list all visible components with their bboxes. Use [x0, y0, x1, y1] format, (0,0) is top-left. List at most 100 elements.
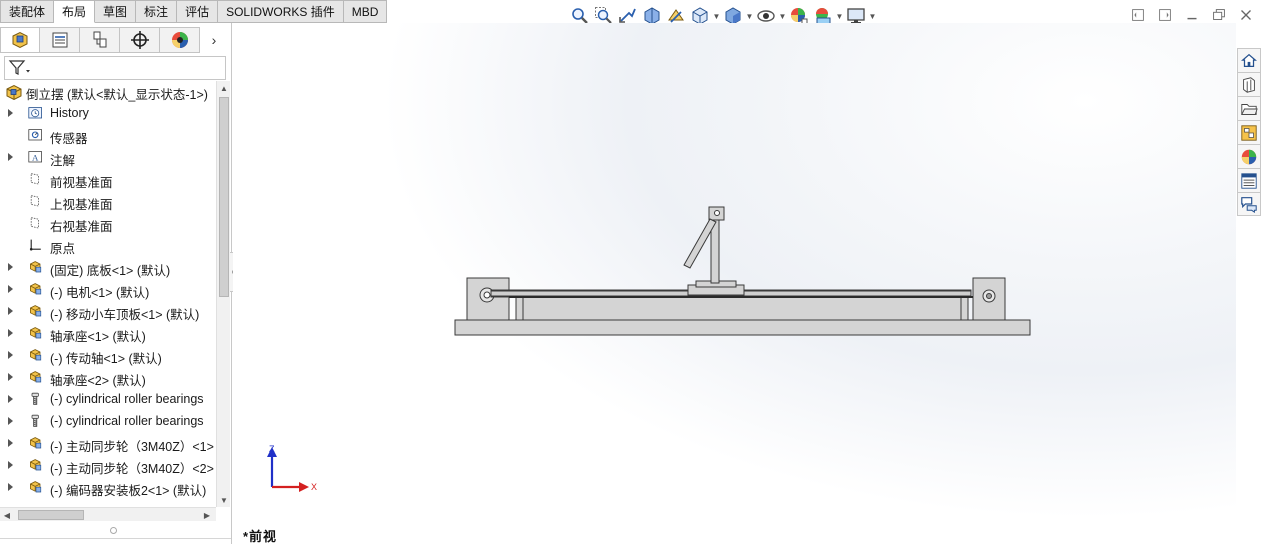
expand-arrow-icon[interactable] — [8, 439, 13, 447]
part-icon — [30, 305, 42, 317]
base-plate[interactable] — [454, 319, 1031, 336]
panel-tab-displaymanager[interactable] — [160, 27, 200, 53]
plane-icon — [30, 173, 39, 185]
scroll-up-arrow-icon[interactable]: ▲ — [217, 81, 231, 95]
tree-item[interactable]: (-) cylindrical roller bearings — [0, 389, 216, 411]
tree-item[interactable]: 原点 — [0, 235, 216, 257]
taskpane-solidworks-resources-button[interactable] — [1237, 48, 1261, 72]
tab-1[interactable]: 布局 — [54, 0, 96, 23]
tree-item[interactable]: 轴承座<2> (默认) — [0, 367, 216, 389]
expand-arrow-icon[interactable] — [8, 263, 13, 271]
file-explorer-icon — [1241, 103, 1258, 115]
expand-arrow-icon[interactable] — [8, 395, 13, 403]
tab-4[interactable]: 评估 — [177, 0, 219, 23]
panel-tab-configurationmanager[interactable] — [80, 27, 120, 53]
toolbox-part-icon — [31, 392, 39, 405]
tab-0[interactable]: 装配体 — [0, 0, 55, 23]
tree-item[interactable]: 上视基准面 — [0, 191, 216, 213]
expand-arrow-icon[interactable] — [8, 351, 13, 359]
panel-tab-featuremanager[interactable] — [0, 27, 40, 53]
tree-item-label: 注解 — [50, 154, 76, 168]
tree-item-label: History — [50, 106, 89, 120]
tree-item[interactable]: 传感器 — [0, 125, 216, 147]
part-icon — [27, 304, 45, 320]
view-palette-icon — [1241, 124, 1257, 141]
tree-item[interactable]: 前视基准面 — [0, 169, 216, 191]
tree-item[interactable]: (-) 主动同步轮（3M40Z）<2> — [0, 455, 216, 477]
expand-arrow-icon[interactable] — [8, 329, 13, 337]
tab-3[interactable]: 标注 — [136, 0, 178, 23]
tree-item-label: (固定) 底板<1> (默认) — [50, 264, 171, 278]
annotation-icon: A — [28, 151, 42, 163]
scroll-left-arrow-icon[interactable]: ◀ — [0, 508, 14, 522]
expand-arrow-icon[interactable] — [8, 417, 13, 425]
tree-root-assembly[interactable]: 倒立摆 (默认<默认_显示状态-1>) — [0, 81, 216, 103]
taskpane-design-library-button[interactable] — [1237, 72, 1261, 96]
view-orientation-label: *前视 — [243, 529, 278, 544]
filter-icon[interactable] — [8, 59, 32, 77]
taskpane-forum-button[interactable] — [1237, 192, 1261, 216]
tree-item[interactable]: 轴承座<1> (默认) — [0, 323, 216, 345]
panel-tab-dimxpert[interactable] — [120, 27, 160, 53]
motor-shaft-icon — [483, 291, 491, 299]
maximize-icon — [1212, 9, 1225, 20]
solidworks-resources-icon — [1240, 53, 1258, 67]
tree-vertical-scrollbar[interactable]: ▲ ▼ — [216, 81, 230, 507]
graphics-area[interactable]: Z X *前视 — [233, 23, 1236, 544]
expand-arrow-icon[interactable] — [8, 285, 13, 293]
expand-arrow-icon[interactable] — [8, 373, 13, 381]
tab-6[interactable]: MBD — [343, 0, 388, 23]
tree-item[interactable]: (-) cylindrical roller bearings — [0, 411, 216, 433]
tree-item[interactable]: (-) 编码器安装板2<1> (默认) — [0, 477, 216, 499]
expand-arrow-icon[interactable] — [8, 483, 13, 491]
idler-shaft-icon — [986, 293, 992, 299]
panel-resize-grip-icon[interactable] — [110, 527, 117, 534]
scroll-right-arrow-icon[interactable]: ▶ — [200, 508, 214, 522]
taskpane-custom-properties-button[interactable] — [1237, 168, 1261, 192]
expand-arrow-icon[interactable] — [8, 461, 13, 469]
tree-horizontal-scrollbar[interactable]: ◀ ▶ — [0, 507, 216, 521]
tree-item[interactable]: (固定) 底板<1> (默认) — [0, 257, 216, 279]
minimize-icon — [1187, 17, 1196, 20]
tree-item[interactable]: History — [0, 103, 216, 125]
sensor-icon — [28, 129, 42, 141]
close-icon — [1240, 10, 1251, 20]
tree-item-label: 轴承座<1> (默认) — [50, 330, 146, 344]
panel-tabs: › — [0, 27, 232, 53]
tree-item[interactable]: A 注解 — [0, 147, 216, 169]
vertical-scroll-thumb[interactable] — [219, 97, 229, 297]
expand-arrow-icon[interactable] — [8, 307, 13, 315]
tree-item[interactable]: (-) 移动小车顶板<1> (默认) — [0, 301, 216, 323]
tree-item-label: 传感器 — [50, 132, 88, 146]
tab-2[interactable]: 草图 — [95, 0, 137, 23]
tab-5[interactable]: SOLIDWORKS 插件 — [218, 0, 344, 23]
part-icon — [27, 436, 45, 452]
chevron-right-icon[interactable]: › — [200, 27, 228, 53]
tree-item[interactable]: (-) 传动轴<1> (默认) — [0, 345, 216, 367]
expand-arrow-icon[interactable] — [8, 153, 13, 161]
tree-item-label: (-) 主动同步轮（3M40Z）<2> — [50, 462, 214, 476]
tree-item[interactable]: (-) 电机<1> (默认) — [0, 279, 216, 301]
horizontal-scroll-thumb[interactable] — [18, 510, 84, 520]
close-button[interactable] — [1232, 4, 1259, 26]
scroll-down-arrow-icon[interactable]: ▼ — [217, 493, 231, 507]
tree-item[interactable]: (-) 主动同步轮（3M40Z）<1> — [0, 433, 216, 455]
part-icon — [27, 260, 45, 276]
taskpane-view-palette-button[interactable] — [1237, 120, 1261, 144]
taskpane-file-explorer-button[interactable] — [1237, 96, 1261, 120]
triad-x-label: X — [311, 482, 317, 492]
configurationmanager-icon — [93, 31, 106, 48]
part-icon — [27, 480, 45, 496]
part-icon — [27, 326, 45, 342]
panel-tab-propertymanager[interactable] — [40, 27, 80, 53]
taskpane-appearances-scenes-button[interactable] — [1237, 144, 1261, 168]
tree-item-label: (-) cylindrical roller bearings — [50, 392, 204, 406]
pendulum-pivot-icon — [714, 210, 720, 216]
linear-rail[interactable] — [522, 296, 962, 321]
inverted-pendulum-model[interactable] — [233, 23, 1236, 544]
tree-filter-box[interactable] — [4, 56, 226, 80]
expand-arrow-icon[interactable] — [8, 109, 13, 117]
plane-icon — [30, 195, 39, 207]
assembly-icon — [6, 84, 22, 100]
tree-item[interactable]: 右视基准面 — [0, 213, 216, 235]
